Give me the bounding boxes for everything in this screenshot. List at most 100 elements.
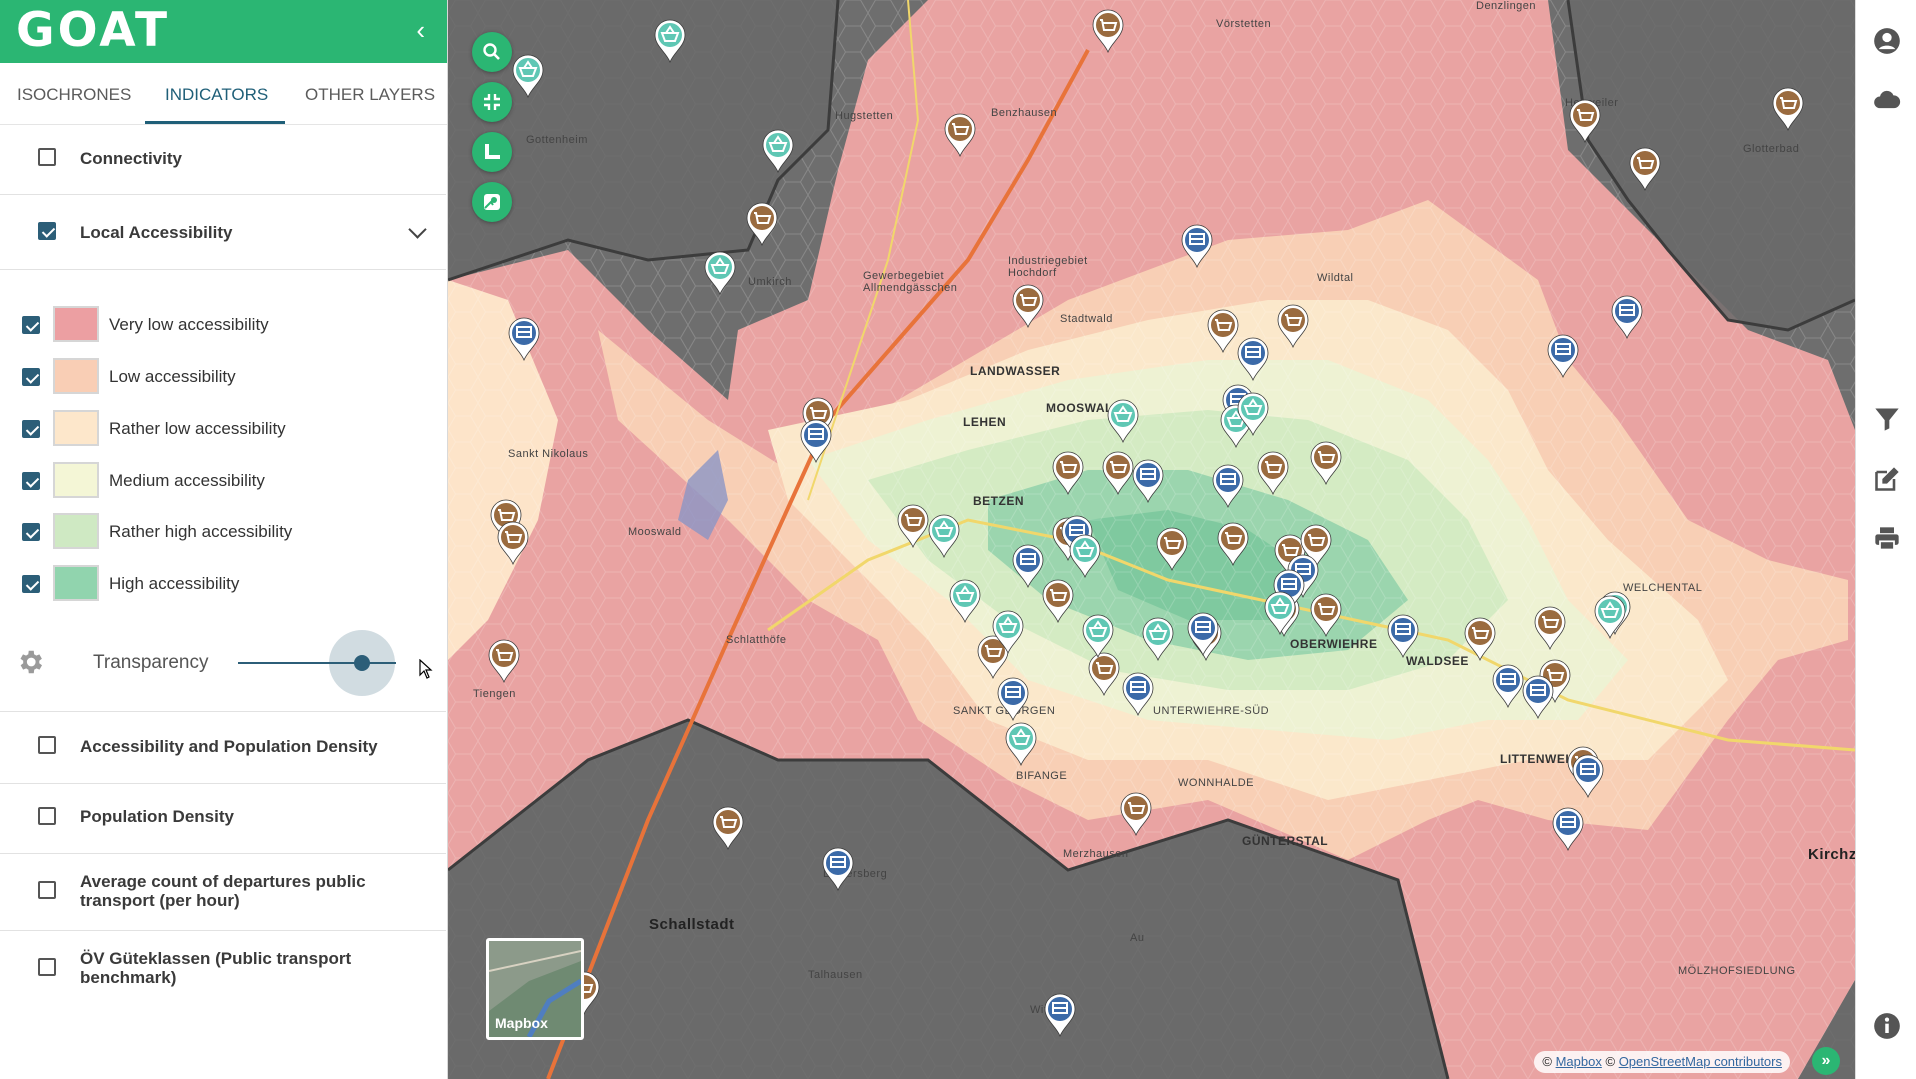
grocery-poi-marker[interactable]	[761, 128, 795, 174]
shop-poi-marker[interactable]	[1628, 146, 1662, 192]
gear-icon[interactable]	[15, 647, 45, 677]
legend-checkbox-low[interactable]	[22, 368, 40, 386]
transit-poi-marker[interactable]	[1131, 458, 1165, 504]
layer-row-population-density[interactable]: Population Density	[0, 783, 446, 854]
grocery-poi-marker[interactable]	[1081, 613, 1115, 659]
tab-other-layers[interactable]: OTHER LAYERS	[305, 85, 435, 105]
fullscreen-button[interactable]	[472, 82, 512, 122]
grocery-poi-marker[interactable]	[948, 578, 982, 624]
transit-poi-marker[interactable]	[1610, 294, 1644, 340]
grocery-poi-marker[interactable]	[1106, 398, 1140, 444]
transit-poi-marker[interactable]	[1551, 806, 1585, 852]
shop-poi-marker[interactable]	[711, 805, 745, 851]
shop-poi-marker[interactable]	[1206, 308, 1240, 354]
info-icon[interactable]	[1873, 1012, 1901, 1040]
mapbox-link[interactable]: Mapbox	[1556, 1054, 1602, 1069]
grocery-poi-marker[interactable]	[511, 53, 545, 99]
user-icon[interactable]	[1873, 27, 1901, 55]
transit-poi-marker[interactable]	[1236, 336, 1270, 382]
transit-poi-marker[interactable]	[1180, 223, 1214, 269]
osm-link[interactable]: OpenStreetMap contributors	[1619, 1054, 1782, 1069]
local-accessibility-checkbox[interactable]	[38, 222, 56, 240]
transit-poi-marker[interactable]	[1571, 753, 1605, 799]
grocery-poi-marker[interactable]	[1141, 616, 1175, 662]
transit-poi-marker[interactable]	[1386, 613, 1420, 659]
shop-poi-marker[interactable]	[1309, 440, 1343, 486]
shop-poi-marker[interactable]	[1091, 8, 1125, 54]
shop-poi-marker[interactable]	[1041, 578, 1075, 624]
transit-poi-marker[interactable]	[799, 418, 833, 464]
shop-poi-marker[interactable]	[1533, 605, 1567, 651]
filter-icon[interactable]	[1873, 405, 1901, 433]
double-chevron-right-icon[interactable]: »	[1812, 1047, 1840, 1075]
grocery-poi-marker[interactable]	[1593, 594, 1627, 640]
layer-row-connectivity[interactable]: Connectivity	[0, 125, 446, 195]
shop-poi-marker[interactable]	[496, 520, 530, 566]
grocery-poi-marker[interactable]	[991, 609, 1025, 655]
shop-poi-marker[interactable]	[896, 503, 930, 549]
transit-poi-marker[interactable]	[1011, 543, 1045, 589]
grocery-poi-marker[interactable]	[653, 18, 687, 64]
transit-poi-marker[interactable]	[1211, 463, 1245, 509]
transit-poi-marker[interactable]	[1121, 671, 1155, 717]
shop-poi-marker[interactable]	[1463, 616, 1497, 662]
grocery-poi-marker[interactable]	[1068, 533, 1102, 579]
shop-poi-marker[interactable]	[943, 112, 977, 158]
shop-poi-marker[interactable]	[1276, 303, 1310, 349]
legend-checkbox-medium[interactable]	[22, 472, 40, 490]
grocery-poi-marker[interactable]	[703, 250, 737, 296]
tab-indicators[interactable]: INDICATORS	[165, 85, 268, 105]
layer-row-ov-gueteklassen[interactable]: ÖV Güteklassen (Public transport benchma…	[0, 931, 446, 1007]
acc-pop-density-checkbox[interactable]	[38, 736, 56, 754]
legend-checkbox-high[interactable]	[22, 575, 40, 593]
transparency-slider-thumb[interactable]	[353, 655, 370, 671]
legend-checkbox-very-low[interactable]	[22, 316, 40, 334]
shop-poi-marker[interactable]	[487, 638, 521, 684]
transit-poi-marker[interactable]	[1521, 674, 1555, 720]
shop-poi-marker[interactable]	[1568, 98, 1602, 144]
shop-poi-marker[interactable]	[1155, 526, 1189, 572]
ov-gueteklassen-checkbox[interactable]	[38, 958, 56, 976]
legend-swatch-high	[53, 565, 99, 601]
map-layer-button[interactable]	[472, 182, 512, 222]
transit-poi-marker[interactable]	[507, 316, 541, 362]
shop-poi-marker[interactable]	[1771, 86, 1805, 132]
shop-poi-marker[interactable]	[1119, 791, 1153, 837]
transit-poi-marker[interactable]	[821, 846, 855, 892]
search-button[interactable]	[472, 32, 512, 72]
cloud-icon[interactable]	[1871, 86, 1903, 114]
pop-density-checkbox[interactable]	[38, 807, 56, 825]
chevron-left-icon[interactable]: ‹	[416, 14, 425, 46]
legend-checkbox-rather-high[interactable]	[22, 523, 40, 541]
departures-checkbox[interactable]	[38, 881, 56, 899]
grocery-poi-marker[interactable]	[1004, 721, 1038, 767]
shop-poi-marker[interactable]	[1011, 283, 1045, 329]
transit-poi-marker[interactable]	[996, 676, 1030, 722]
layer-row-departures[interactable]: Average count of departures public trans…	[0, 854, 446, 931]
legend-checkbox-rather-low[interactable]	[22, 420, 40, 438]
chevron-down-icon[interactable]	[408, 220, 427, 239]
shop-poi-marker[interactable]	[1216, 521, 1250, 567]
shop-poi-marker[interactable]	[1256, 450, 1290, 496]
tab-isochrones[interactable]: ISOCHRONES	[17, 85, 131, 105]
connectivity-checkbox[interactable]	[38, 148, 56, 166]
transit-poi-marker[interactable]	[1043, 992, 1077, 1038]
print-icon[interactable]	[1873, 525, 1901, 553]
grocery-poi-marker[interactable]	[927, 513, 961, 559]
shop-poi-marker[interactable]	[1051, 450, 1085, 496]
shop-poi-marker[interactable]	[1101, 450, 1135, 496]
edit-icon[interactable]	[1873, 465, 1901, 493]
transit-poi-marker[interactable]	[1546, 333, 1580, 379]
layer-row-local-accessibility[interactable]: Local Accessibility	[0, 195, 446, 270]
map-view[interactable]: Benzhausen Hugstetten Gottenheim Umkirch…	[448, 0, 1855, 1079]
transit-poi-marker[interactable]	[1186, 611, 1220, 657]
layer-row-accessibility-population-density[interactable]: Accessibility and Population Density	[0, 711, 446, 784]
basemap-switcher[interactable]: Mapbox	[486, 938, 584, 1040]
shop-poi-marker[interactable]	[745, 201, 779, 247]
grocery-poi-marker[interactable]	[1236, 391, 1270, 437]
place-label: Gottenheim	[526, 134, 588, 146]
place-label: Sankt Nikolaus	[508, 448, 589, 460]
measure-button[interactable]	[472, 132, 512, 172]
grocery-poi-marker[interactable]	[1263, 590, 1297, 636]
transit-poi-marker[interactable]	[1491, 663, 1525, 709]
